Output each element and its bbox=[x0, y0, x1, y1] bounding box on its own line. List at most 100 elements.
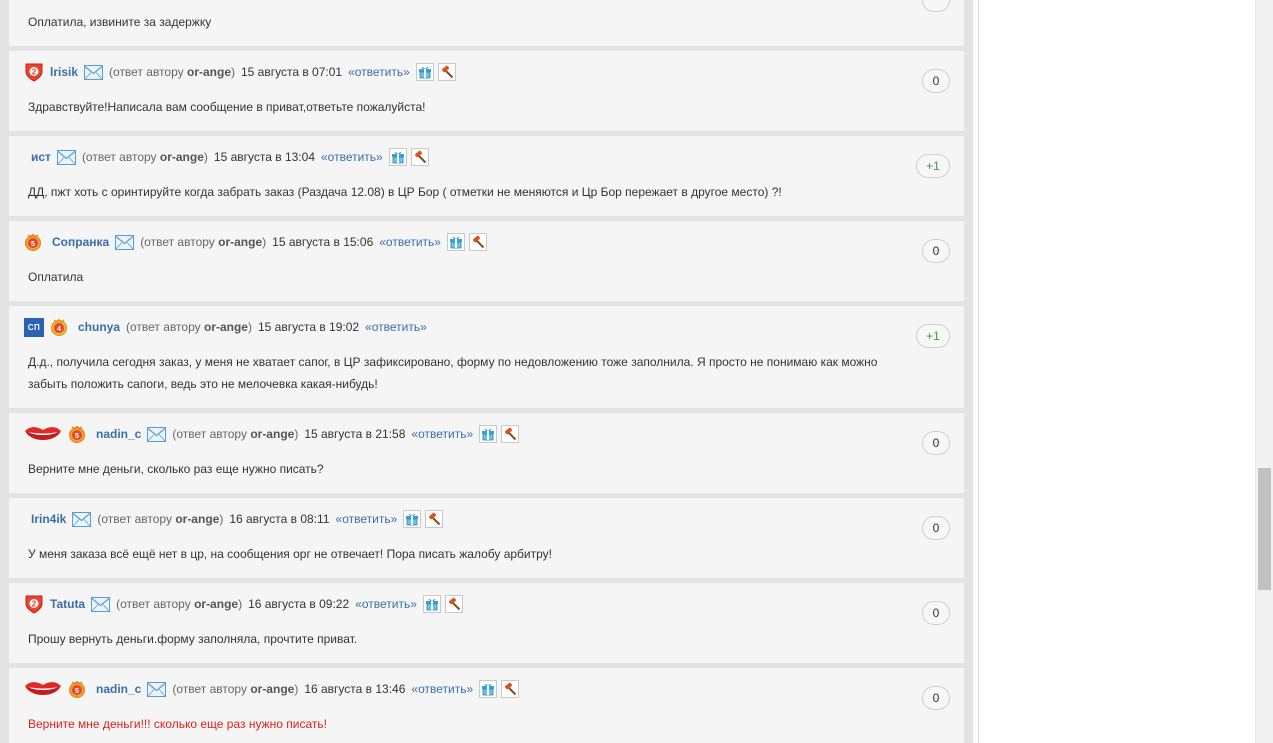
mail-icon[interactable] bbox=[115, 235, 134, 250]
comment-card: Оплатила, извините за задержку bbox=[9, 0, 964, 46]
reply-to-author: (ответ автору or-ange) bbox=[126, 320, 252, 334]
comment-date: 16 августа в 13:46 bbox=[304, 682, 406, 696]
comment-text: Д.д., получила сегодня заказ, у меня не … bbox=[28, 355, 878, 391]
gift-button[interactable] bbox=[422, 595, 441, 613]
reply-link[interactable]: «ответить» bbox=[336, 512, 398, 526]
username-link[interactable]: nadin_c bbox=[96, 682, 141, 696]
gift-icon bbox=[449, 235, 463, 249]
comment-text: У меня заказа всё ещё нет в цр, на сообщ… bbox=[28, 547, 553, 561]
mail-icon[interactable] bbox=[84, 65, 103, 80]
reply-link[interactable]: «ответить» bbox=[348, 65, 410, 79]
comment-card: nadin_c (ответ автору or-ange) 15 август… bbox=[9, 413, 964, 493]
rating-button[interactable]: +1 bbox=[916, 324, 950, 348]
reply-link[interactable]: «ответить» bbox=[379, 235, 441, 249]
arbitration-button[interactable] bbox=[501, 680, 520, 698]
gift-icon bbox=[425, 597, 439, 611]
username-link[interactable]: chunya bbox=[78, 320, 120, 334]
medal-4-badge-icon bbox=[50, 318, 68, 336]
comment-text: Оплатила, извините за задержку bbox=[28, 15, 212, 29]
username-link[interactable]: nadin_c bbox=[96, 427, 141, 441]
arbitration-button[interactable] bbox=[444, 595, 463, 613]
reply-to-author: (ответ автору or-ange) bbox=[172, 682, 299, 696]
username-link[interactable]: lrisik bbox=[50, 65, 78, 79]
arbitration-button[interactable] bbox=[410, 148, 429, 166]
gift-icon bbox=[481, 427, 495, 441]
gift-button[interactable] bbox=[446, 233, 465, 251]
comment-card: Сопранка (ответ автору or-ange) 15 авгус… bbox=[9, 221, 964, 301]
rating-button[interactable]: 0 bbox=[922, 239, 950, 263]
arbitration-button[interactable] bbox=[425, 510, 444, 528]
reply-link[interactable]: «ответить» bbox=[355, 597, 417, 611]
comment-feed: Оплатила, извините за задержку lrisik (о… bbox=[0, 0, 973, 743]
medal-5-badge-icon bbox=[24, 233, 42, 251]
comment-date: 15 августа в 13:04 bbox=[213, 150, 315, 164]
reply-to-author: (ответ автору or-ange) bbox=[97, 512, 224, 526]
sp-logo-icon: СП bbox=[24, 317, 44, 337]
rating-button[interactable]: 0 bbox=[922, 516, 950, 540]
hammer-icon bbox=[503, 427, 517, 441]
reply-link[interactable]: «ответить» bbox=[411, 682, 473, 696]
reply-to-author: (ответ автору or-ange) bbox=[172, 427, 299, 441]
gift-button[interactable] bbox=[415, 63, 434, 81]
comment-card: СП chunya (ответ автору or-ange) 15 авгу… bbox=[9, 306, 964, 408]
hammer-icon bbox=[440, 65, 454, 79]
lips-avatar-icon bbox=[24, 424, 62, 444]
mail-icon[interactable] bbox=[147, 682, 166, 697]
reply-to-author: (ответ автору or-ange) bbox=[81, 150, 208, 164]
reply-to-author: (ответ автору or-ange) bbox=[109, 65, 235, 79]
gift-button[interactable] bbox=[479, 425, 498, 443]
medal-5-badge-icon bbox=[68, 680, 86, 698]
username-link[interactable]: Irin4ik bbox=[31, 512, 66, 526]
comment-text: Верните мне деньги!!! сколько еще раз ну… bbox=[28, 717, 327, 731]
scrollbar-thumb[interactable] bbox=[1258, 468, 1271, 590]
gift-icon bbox=[481, 682, 495, 696]
username-link[interactable]: ист bbox=[31, 150, 51, 164]
gift-button[interactable] bbox=[479, 680, 498, 698]
comment-date: 15 августа в 19:02 bbox=[257, 320, 360, 334]
gift-icon bbox=[391, 150, 405, 164]
gift-icon bbox=[405, 512, 419, 526]
gift-button[interactable] bbox=[388, 148, 407, 166]
comment-card: Irin4ik (ответ автору or-ange) 16 август… bbox=[9, 498, 964, 578]
comment-card: lrisik (ответ автору or-ange) 15 августа… bbox=[9, 51, 964, 131]
mail-icon[interactable] bbox=[72, 512, 91, 527]
medal-5-badge-icon bbox=[68, 425, 86, 443]
rating-button[interactable] bbox=[922, 0, 950, 12]
gift-button[interactable] bbox=[403, 510, 422, 528]
comment-date: 16 августа в 08:11 bbox=[229, 512, 330, 526]
arbitration-button[interactable] bbox=[501, 425, 520, 443]
mail-icon[interactable] bbox=[57, 150, 76, 165]
sidebar-divider bbox=[978, 0, 979, 743]
comment-date: 15 августа в 21:58 bbox=[304, 427, 406, 441]
lips-avatar-icon bbox=[24, 679, 62, 699]
mail-icon[interactable] bbox=[147, 427, 166, 442]
vertical-scrollbar[interactable] bbox=[1255, 0, 1273, 743]
comment-text: Здравствуйте!Написала вам сообщение в пр… bbox=[28, 100, 426, 114]
mail-icon[interactable] bbox=[91, 597, 110, 612]
comment-text: Оплатила bbox=[28, 270, 84, 284]
username-link[interactable]: Tatuta bbox=[50, 597, 85, 611]
reply-link[interactable]: «ответить» bbox=[365, 320, 427, 334]
hammer-icon bbox=[413, 150, 427, 164]
comment-card: ист (ответ автору or-ange) 15 августа в … bbox=[9, 136, 964, 216]
comment-text: Верните мне деньги, сколько раз еще нужн… bbox=[28, 462, 324, 476]
rating-button[interactable]: +1 bbox=[916, 154, 950, 178]
comment-card: nadin_c (ответ автору or-ange) 16 август… bbox=[9, 668, 964, 743]
arbitration-button[interactable] bbox=[468, 233, 487, 251]
hammer-icon bbox=[447, 597, 461, 611]
comment-text: Прошу вернуть деньги.форму заполняла, пр… bbox=[28, 632, 358, 646]
arbitration-button[interactable] bbox=[437, 63, 456, 81]
reply-to-author: (ответ автору or-ange) bbox=[140, 235, 267, 249]
rating-button[interactable]: 0 bbox=[922, 431, 950, 455]
username-link[interactable]: Сопранка bbox=[52, 235, 109, 249]
rating-button[interactable]: 0 bbox=[922, 686, 950, 710]
hammer-icon bbox=[471, 235, 485, 249]
rating-button[interactable]: 0 bbox=[922, 601, 950, 625]
reply-link[interactable]: «ответить» bbox=[411, 427, 473, 441]
comment-date: 15 августа в 15:06 bbox=[272, 235, 374, 249]
hammer-icon bbox=[503, 682, 517, 696]
comment-date: 16 августа в 09:22 bbox=[248, 597, 350, 611]
comment-card: Tatuta (ответ автору or-ange) 16 августа… bbox=[9, 583, 964, 663]
rating-button[interactable]: 0 bbox=[922, 69, 950, 93]
reply-link[interactable]: «ответить» bbox=[321, 150, 383, 164]
